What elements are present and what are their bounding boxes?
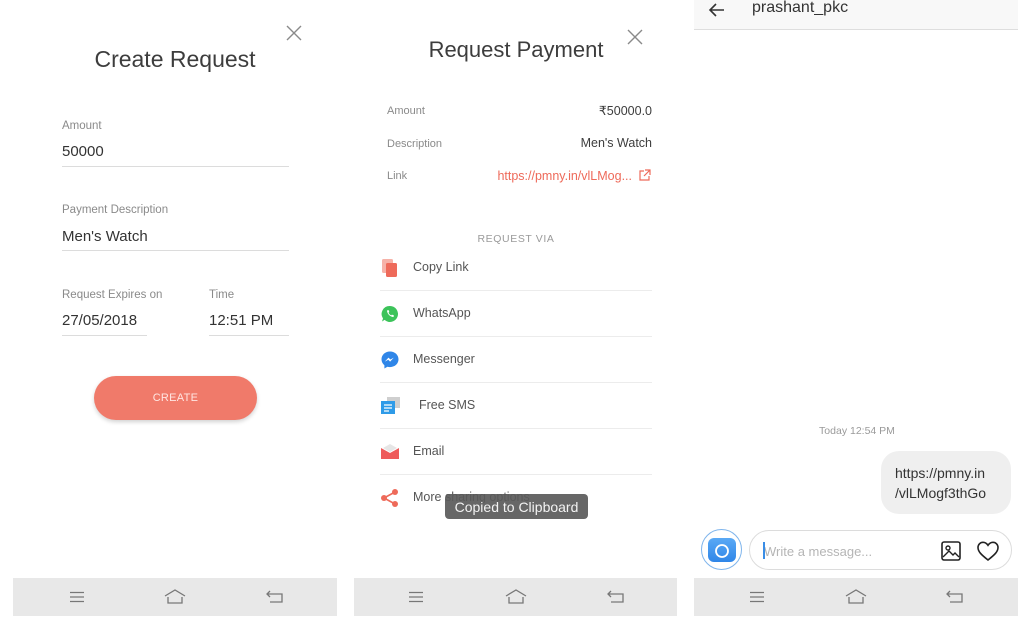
share-option-label: Messenger [413, 352, 475, 366]
camera-icon [707, 537, 736, 562]
payment-link[interactable]: https://pmny.in/vlLMog... [497, 169, 632, 183]
back-icon [946, 590, 963, 603]
share-option-label: Email [413, 444, 445, 458]
home-icon [505, 589, 527, 604]
description-field[interactable]: Men's Watch [62, 228, 148, 245]
description-value: Men's Watch [580, 136, 652, 150]
divider [380, 474, 652, 475]
menu-icon [750, 591, 764, 603]
back-icon [266, 590, 283, 603]
time-underline [209, 335, 289, 336]
chat-header: prashant_pkc [694, 0, 1018, 30]
chat-screen: prashant_pkc Today 12:54 PM https://pmny… [690, 0, 1024, 628]
amount-label: Amount [387, 105, 425, 117]
email-icon [381, 444, 399, 459]
create-button[interactable]: CREATE [94, 376, 257, 420]
share-option-email[interactable]: Email [380, 430, 652, 476]
close-icon[interactable] [285, 24, 303, 42]
divider [380, 382, 652, 383]
home-button[interactable] [504, 586, 528, 608]
back-icon [607, 590, 624, 603]
back-button[interactable] [263, 586, 287, 608]
message-line: https://pmny.in [895, 465, 986, 481]
message-composer [749, 530, 1012, 570]
divider [380, 290, 652, 291]
link-label: Link [387, 170, 408, 182]
amount-label: Amount [62, 120, 102, 132]
divider [380, 428, 652, 429]
back-button[interactable] [604, 586, 628, 608]
back-button[interactable] [943, 586, 967, 608]
message-bubble[interactable]: https://pmny.in /vlLMogf3thGo [881, 451, 1011, 514]
home-icon [164, 589, 186, 604]
share-option-label: WhatsApp [413, 306, 471, 320]
messenger-icon [381, 351, 399, 369]
menu-icon [409, 591, 423, 603]
back-arrow-icon[interactable] [708, 1, 726, 19]
share-option-label: Free SMS [419, 398, 476, 412]
android-navbar [694, 578, 1018, 616]
text-cursor [763, 542, 765, 559]
page-title: Create Request [94, 46, 256, 72]
menu-button[interactable] [745, 586, 769, 608]
request-via-heading: REQUEST VIA [477, 233, 555, 245]
page-title: Request Payment [428, 37, 604, 62]
time-field[interactable]: 12:51 PM [209, 312, 273, 329]
create-request-screen: Create Request Amount 50000 Payment Desc… [0, 0, 350, 628]
whatsapp-icon [381, 305, 399, 322]
external-link-icon[interactable] [638, 169, 651, 182]
description-underline [62, 250, 289, 251]
description-label: Description [387, 138, 443, 150]
share-option-label: Copy Link [413, 260, 469, 274]
amount-underline [62, 166, 289, 167]
expires-label: Request Expires on [62, 289, 163, 301]
home-icon [845, 589, 867, 604]
menu-button[interactable] [65, 586, 89, 608]
android-navbar [13, 578, 337, 616]
message-line: /vlLMogf3thGo [895, 485, 987, 501]
home-button[interactable] [163, 586, 187, 608]
gallery-icon[interactable] [940, 540, 962, 562]
share-option-copy-link[interactable]: Copy Link [380, 246, 652, 292]
android-navbar [354, 578, 677, 616]
contact-name[interactable]: prashant_pkc [752, 0, 848, 17]
menu-button[interactable] [404, 586, 428, 608]
expires-date-field[interactable]: 27/05/2018 [62, 312, 137, 329]
message-text: https://pmny.in /vlLMogf3thGo [895, 463, 986, 503]
expires-underline [62, 335, 147, 336]
share-icon [381, 489, 398, 507]
camera-button[interactable] [701, 529, 742, 570]
share-option-free-sms[interactable]: Free SMS [380, 384, 652, 430]
toast-message: Copied to Clipboard [445, 494, 588, 519]
home-button[interactable] [844, 586, 868, 608]
copy-icon [382, 259, 397, 277]
message-timestamp: Today 12:54 PM [819, 425, 895, 437]
description-label: Payment Description [62, 204, 169, 216]
share-option-messenger[interactable]: Messenger [380, 338, 652, 384]
request-payment-screen: Request Payment Amount ₹50000.0 Descript… [350, 0, 690, 628]
menu-icon [70, 591, 84, 603]
time-label: Time [209, 289, 235, 301]
sms-icon [381, 397, 400, 414]
share-option-whatsapp[interactable]: WhatsApp [380, 292, 652, 338]
amount-field[interactable]: 50000 [62, 143, 104, 160]
message-input[interactable] [764, 541, 924, 561]
heart-icon[interactable] [976, 540, 1000, 562]
divider [380, 336, 652, 337]
amount-value: ₹50000.0 [598, 104, 652, 118]
